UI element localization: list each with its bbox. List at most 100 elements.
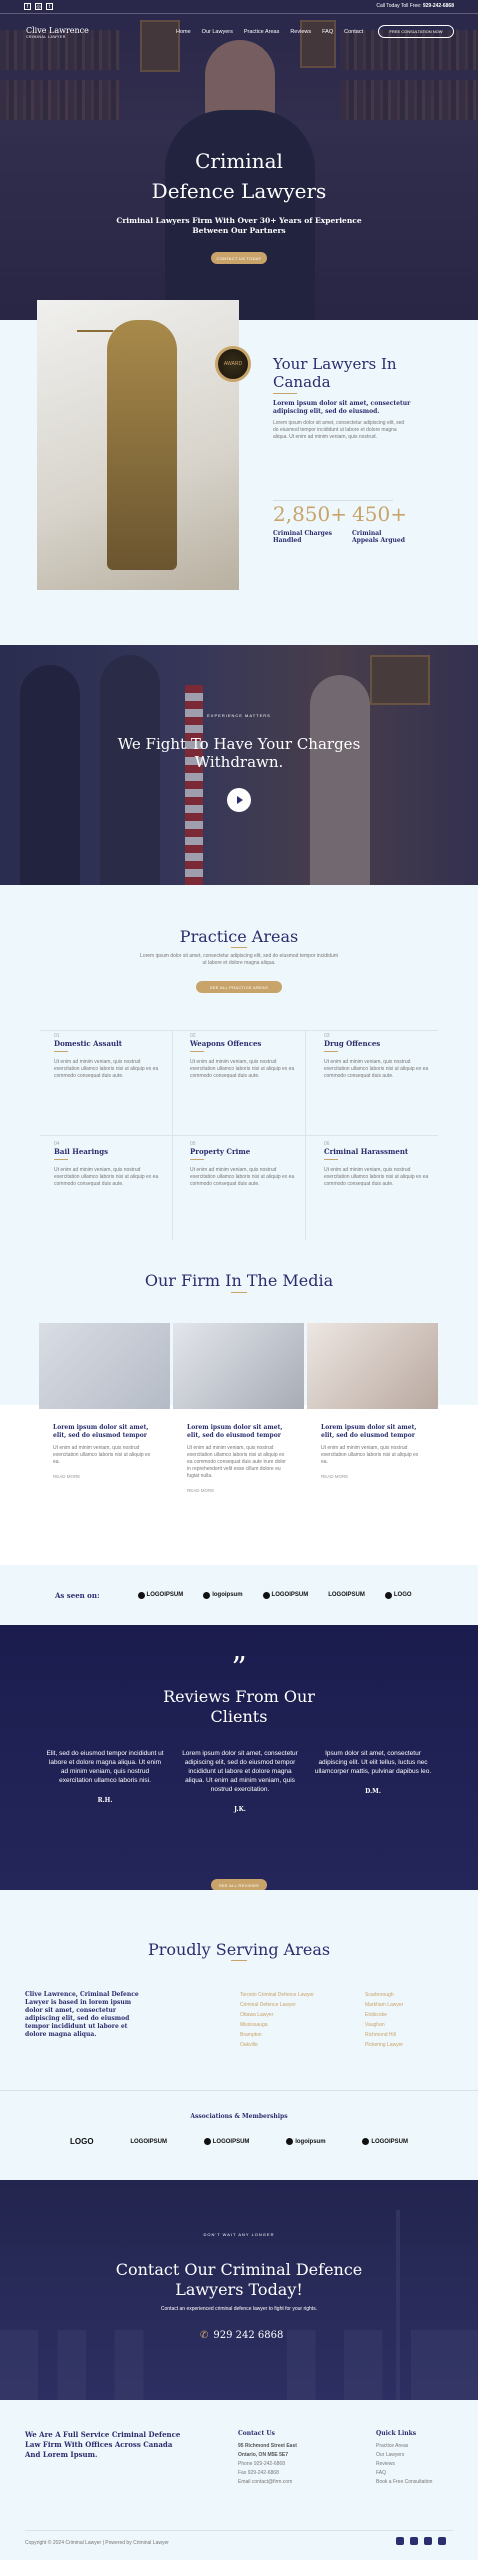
main-nav: Home Our Lawyers Practice Areas Reviews … — [165, 29, 363, 35]
copyright: Copyright © 2024 Criminal Lawyer | Power… — [25, 2540, 169, 2546]
facebook-icon[interactable]: f — [24, 3, 31, 10]
practice-title: Practice Areas — [179, 927, 299, 946]
areas-list: Scarborough Markham Lawyer Etobicoke Vau… — [365, 1990, 403, 2050]
associations-section: Associations & Memberships LOGO LOGOIPSU… — [0, 2090, 478, 2180]
nav-faq[interactable]: FAQ — [322, 29, 333, 35]
area-link[interactable]: Scarborough — [365, 1990, 403, 2000]
contact-us-button[interactable]: CONTACT US TODAY — [211, 252, 267, 264]
lawyers-title: Your Lawyers In Canada — [273, 355, 397, 391]
media-title: Our Firm In The Media — [144, 1271, 334, 1290]
review-card: Ipsum dolor sit amet, consectetur adipis… — [314, 1750, 432, 1795]
area-link[interactable]: Toronto Criminal Defence Lawyer — [240, 1990, 314, 2000]
contact-section: DON'T WAIT ANY LONGER Contact Our Crimin… — [0, 2180, 478, 2400]
consultation-button[interactable]: FREE CONSULTATION NOW — [378, 25, 454, 38]
practice-card[interactable]: 06 Criminal Harassment Ut enim ad minim … — [324, 1141, 434, 1188]
instagram-icon[interactable]: ◎ — [35, 3, 42, 10]
read-more-link[interactable]: READ MORE — [53, 1474, 156, 1479]
statue-shape — [107, 320, 177, 570]
lawyers-section: AWARD Your Lawyers In Canada Lorem ipsum… — [0, 300, 478, 645]
lady-justice-image: AWARD — [37, 300, 251, 590]
media-image — [39, 1323, 170, 1409]
footer-social — [396, 2537, 446, 2545]
footer-links: Quick Links Practice Areas Our Lawyers R… — [376, 2430, 433, 2487]
play-video-button[interactable] — [227, 788, 251, 812]
media-card[interactable]: Lorem ipsum dolor sit amet, elit, sed do… — [173, 1323, 304, 1493]
practice-card[interactable]: 03 Drug Offences Ut enim ad minim veniam… — [324, 1033, 434, 1080]
reviews-title: Reviews From Our Clients — [163, 1687, 315, 1726]
brand-tagline: CRIMINAL LAWYER — [26, 35, 66, 39]
topbar-phone: Call Today Toll Free: 929-242-6868 — [376, 3, 454, 9]
associations-title: Associations & Memberships — [190, 2113, 288, 2120]
read-more-link[interactable]: READ MORE — [321, 1474, 424, 1479]
review-card: Lorem ipsum dolor sit amet, consectetur … — [182, 1750, 298, 1813]
media-card[interactable]: Lorem ipsum dolor sit amet, elit, sed do… — [307, 1323, 438, 1493]
media-image — [307, 1323, 438, 1409]
footer-contact: Contact Us 95 Richmond Street East Ontar… — [238, 2430, 297, 2485]
contact-phone[interactable]: ✆ 929 242 6868 — [200, 2330, 283, 2341]
association-logo: LOGO — [70, 2137, 94, 2146]
quote-icon: ” — [231, 1651, 247, 1686]
youtube-icon[interactable] — [410, 2537, 418, 2545]
fight-kicker: EXPERIENCE MATTERS — [207, 713, 271, 718]
hero-section: f ◎ t Call Today Toll Free: 929-242-6868… — [0, 0, 478, 320]
serving-title: Proudly Serving Areas — [147, 1940, 331, 1959]
phone-link[interactable]: 929-242-6868 — [423, 3, 454, 9]
fight-section: EXPERIENCE MATTERS We Fight To Have Your… — [0, 645, 478, 885]
instagram-icon[interactable] — [424, 2537, 432, 2545]
footer-link[interactable]: Practice Areas — [376, 2442, 432, 2451]
media-logo: logoipsum — [203, 1591, 243, 1599]
contact-title: Contact Our Criminal Defence Lawyers Tod… — [115, 2260, 363, 2299]
phone-icon: ✆ — [200, 2330, 209, 2341]
all-reviews-button[interactable]: SEE ALL REVIEWS — [211, 1879, 267, 1890]
nav-reviews[interactable]: Reviews — [290, 29, 311, 35]
fight-title: We Fight To Have Your Charges Withdrawn. — [117, 735, 361, 771]
media-section: Our Firm In The Media Lorem ipsum dolor … — [0, 1255, 478, 1565]
linkedin-icon[interactable] — [396, 2537, 404, 2545]
nav-contact[interactable]: Contact — [344, 29, 363, 35]
all-practice-button[interactable]: SEE ALL PRACTICE AREAS — [196, 981, 282, 993]
area-link[interactable]: Etobicoke — [365, 2010, 403, 2020]
area-link[interactable]: Richmond Hill — [365, 2030, 403, 2040]
media-logo: LOGO — [384, 1591, 412, 1599]
footer-about: We Are A Full Service Criminal Defence L… — [25, 2430, 181, 2459]
area-link[interactable]: Vaughan — [365, 2020, 403, 2030]
practice-card[interactable]: 05 Property Crime Ut enim ad minim venia… — [190, 1141, 300, 1188]
practice-card[interactable]: 02 Weapons Offences Ut enim ad minim ven… — [190, 1033, 300, 1080]
brand-name: Clive Lawrence — [26, 26, 89, 35]
lawyers-lead: Lorem ipsum dolor sit amet, consectetur … — [273, 400, 411, 415]
read-more-link[interactable]: READ MORE — [187, 1488, 290, 1493]
area-link[interactable]: Oakville — [240, 2040, 314, 2050]
twitter-icon[interactable]: t — [46, 3, 53, 10]
footer-link[interactable]: Book a Free Consultation — [376, 2478, 432, 2487]
nav-practice[interactable]: Practice Areas — [244, 29, 279, 35]
area-link[interactable]: Ottawa Lawyer — [240, 2010, 314, 2020]
area-link[interactable]: Pickering Lawyer — [365, 2040, 403, 2050]
phone-label: Call Today Toll Free: — [376, 3, 422, 9]
area-link[interactable]: Brampton — [240, 2030, 314, 2040]
practice-intro: Lorem ipsum dolor sit amet, consectetur … — [140, 953, 338, 966]
media-card[interactable]: Lorem ipsum dolor sit amet, elit, sed do… — [39, 1323, 170, 1493]
serving-section: Proudly Serving Areas Clive Lawrence, Cr… — [0, 1890, 478, 2090]
reviews-section: ” Reviews From Our Clients Elit, sed do … — [0, 1625, 478, 1890]
nav-home[interactable]: Home — [176, 29, 191, 35]
practice-card[interactable]: 01 Domestic Assault Ut enim ad minim ven… — [54, 1033, 164, 1080]
brand-logo[interactable]: Clive Lawrence CRIMINAL LAWYER — [26, 26, 89, 39]
area-link[interactable]: Mississauga — [240, 2020, 314, 2030]
contact-sub: Contact an experienced criminal defence … — [160, 2306, 318, 2312]
seen-on-section: As seen on: LOGOIPSUM logoipsum LOGOIPSU… — [0, 1565, 478, 1625]
twitter-icon[interactable] — [438, 2537, 446, 2545]
footer-link[interactable]: FAQ — [376, 2469, 432, 2478]
serving-text: Clive Lawrence, Criminal Defence Lawyer … — [25, 1991, 139, 2038]
association-logo: LOGOIPSUM — [203, 2138, 249, 2145]
associations-logos: LOGO LOGOIPSUM LOGOIPSUM logoipsum LOGOI… — [70, 2137, 408, 2146]
association-logo: LOGOIPSUM — [362, 2138, 408, 2145]
lawyers-body: Lorem ipsum dolor sit amet, consectetur … — [273, 420, 405, 440]
practice-card[interactable]: 04 Bail Hearings Ut enim ad minim veniam… — [54, 1141, 164, 1188]
footer-link[interactable]: Reviews — [376, 2460, 432, 2469]
area-link[interactable]: Markham Lawyer — [365, 2000, 403, 2010]
hero-subtitle: Criminal Lawyers Firm With Over 30+ Year… — [116, 216, 362, 235]
footer-link[interactable]: Our Lawyers — [376, 2451, 432, 2460]
area-link[interactable]: Criminal Defence Lawyer — [240, 2000, 314, 2010]
media-logo: LOGOIPSUM — [328, 1592, 365, 1598]
nav-lawyers[interactable]: Our Lawyers — [202, 29, 233, 35]
